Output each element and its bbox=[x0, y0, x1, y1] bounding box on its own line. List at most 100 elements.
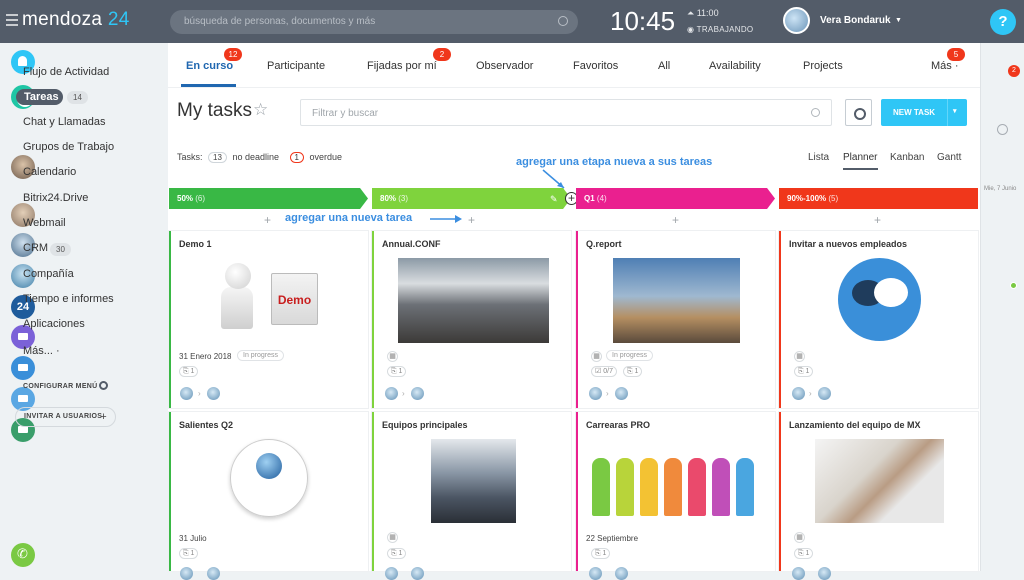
user-name[interactable]: Vera Bondaruk bbox=[820, 15, 891, 26]
filter-input[interactable]: Filtrar y buscar bbox=[300, 99, 832, 126]
sidebar-item-more[interactable]: Más... · bbox=[23, 345, 60, 357]
avatar[interactable] bbox=[615, 567, 628, 580]
stage-header[interactable]: Q1 (4) bbox=[576, 188, 775, 209]
stage-header[interactable]: 50% (6) bbox=[169, 188, 368, 209]
avatar[interactable] bbox=[385, 567, 398, 580]
sidebar-item-webmail[interactable]: Webmail bbox=[23, 217, 66, 229]
tab-favoritos[interactable]: Favoritos bbox=[573, 60, 618, 72]
logo[interactable]: mendoza 24 bbox=[22, 9, 130, 31]
work-status[interactable]: ◉ TRABAJANDO bbox=[687, 25, 753, 34]
overdue-label[interactable]: overdue bbox=[309, 152, 342, 162]
new-task-button[interactable]: NEW TASK ▾ bbox=[881, 99, 967, 126]
add-task-button[interactable]: + bbox=[672, 213, 679, 227]
avatar[interactable] bbox=[818, 567, 831, 580]
task-card[interactable]: Q.report ▦ In progress ☑ 0/7 ⎘ 1 › bbox=[576, 231, 775, 408]
help-button[interactable]: ? bbox=[990, 9, 1016, 35]
sidebar-item-tasks[interactable]: Tareas bbox=[24, 91, 59, 103]
tab-more[interactable]: Más · bbox=[931, 60, 959, 72]
calendar-icon[interactable]: ▦ bbox=[794, 351, 805, 362]
task-card[interactable]: Demo 1 Demo 31 Enero 2018 In progress ⎘ … bbox=[169, 231, 368, 408]
no-deadline-label[interactable]: no deadline bbox=[232, 152, 279, 162]
avatar[interactable] bbox=[783, 7, 810, 34]
sidebar-item-apps[interactable]: Aplicaciones bbox=[23, 318, 85, 330]
tab-fijadas[interactable]: Fijadas por mí bbox=[367, 60, 437, 72]
tab-participante[interactable]: Participante bbox=[267, 60, 325, 72]
avatar[interactable] bbox=[818, 387, 831, 400]
no-deadline-count[interactable]: 13 bbox=[208, 152, 227, 163]
page-title: My tasks bbox=[177, 100, 252, 121]
avatar[interactable] bbox=[792, 567, 805, 580]
menu-icon[interactable] bbox=[6, 14, 18, 26]
add-task-button[interactable]: + bbox=[264, 213, 271, 227]
task-title[interactable]: Q.report bbox=[586, 239, 622, 249]
avatar[interactable] bbox=[385, 387, 398, 400]
task-title[interactable]: Annual.CONF bbox=[382, 239, 441, 249]
stage-count: (4) bbox=[596, 194, 607, 203]
chevron-right-icon: › bbox=[606, 389, 609, 398]
globe-icon bbox=[256, 453, 282, 479]
sidebar-item-calendar[interactable]: Calendario bbox=[23, 166, 76, 178]
task-card[interactable]: Annual.CONF ▦ ⎘ 1 › bbox=[372, 231, 571, 408]
view-gantt[interactable]: Gantt bbox=[937, 152, 961, 163]
avatar[interactable] bbox=[792, 387, 805, 400]
sidebar-item-drive[interactable]: Bitrix24.Drive bbox=[23, 192, 88, 204]
settings-button[interactable] bbox=[845, 99, 872, 126]
sidebar-item-crm[interactable]: CRM bbox=[23, 242, 48, 254]
sidebar-item-company[interactable]: Compañía bbox=[23, 268, 74, 280]
sidebar-item-chat[interactable]: Chat y Llamadas bbox=[23, 116, 106, 128]
add-task-button[interactable]: + bbox=[468, 213, 475, 227]
tab-en-curso[interactable]: En curso bbox=[186, 60, 233, 72]
avatar[interactable] bbox=[411, 567, 424, 580]
avatar[interactable] bbox=[180, 387, 193, 400]
invite-users-button[interactable]: INVITAR A USUARIOS + bbox=[15, 407, 116, 427]
chevron-down-icon[interactable]: ▾ bbox=[953, 107, 957, 115]
configure-menu[interactable]: CONFIGURAR MENÚ bbox=[23, 383, 98, 390]
star-icon[interactable]: ☆ bbox=[253, 100, 268, 120]
search-icon[interactable] bbox=[997, 124, 1008, 135]
overdue-count[interactable]: 1 bbox=[289, 152, 304, 163]
avatar[interactable] bbox=[589, 567, 602, 580]
view-planner[interactable]: Planner bbox=[843, 152, 877, 163]
avatar[interactable] bbox=[615, 387, 628, 400]
tab-observador[interactable]: Observador bbox=[476, 60, 533, 72]
view-kanban[interactable]: Kanban bbox=[890, 152, 924, 163]
search-input[interactable]: búsqueda de personas, documentos y más bbox=[170, 10, 578, 34]
avatar[interactable] bbox=[180, 567, 193, 580]
task-card[interactable]: Invitar a nuevos empleados ▦ ⎘ 1 › bbox=[779, 231, 978, 408]
task-image bbox=[398, 258, 549, 343]
tab-projects[interactable]: Projects bbox=[803, 60, 843, 72]
avatar[interactable] bbox=[411, 387, 424, 400]
task-card[interactable]: Lanzamiento del equipo de MX ▦ ⎘ 1 bbox=[779, 412, 978, 580]
task-card[interactable]: Carrearas PRO 22 Septiembre ⎘ 1 bbox=[576, 412, 775, 580]
task-card[interactable]: Equipos principales ▦ ⎘ 1 bbox=[372, 412, 571, 580]
task-title[interactable]: Invitar a nuevos empleados bbox=[789, 239, 907, 249]
chevron-down-icon[interactable]: ▼ bbox=[895, 17, 902, 24]
pencil-icon[interactable]: ✎ bbox=[550, 194, 558, 205]
tasks-count-badge: 14 bbox=[67, 91, 88, 104]
stage-header[interactable]: 80% (3) bbox=[372, 188, 571, 209]
calendar-icon[interactable]: ▦ bbox=[794, 532, 805, 543]
stage-header[interactable]: 90%-100% (5) bbox=[779, 188, 978, 209]
tab-all[interactable]: All bbox=[658, 60, 670, 72]
task-title[interactable]: Equipos principales bbox=[382, 420, 468, 430]
sidebar-item-activity[interactable]: Flujo de Actividad bbox=[23, 66, 109, 78]
calendar-icon[interactable]: ▦ bbox=[387, 532, 398, 543]
tab-availability[interactable]: Availability bbox=[709, 60, 761, 72]
calendar-icon[interactable]: ▦ bbox=[591, 351, 602, 362]
task-card[interactable]: Salientes Q2 31 Julio ⎘ 1 bbox=[169, 412, 368, 580]
add-task-button[interactable]: + bbox=[874, 213, 881, 227]
gear-icon[interactable] bbox=[99, 381, 108, 390]
view-list[interactable]: Lista bbox=[808, 152, 829, 163]
task-title[interactable]: Demo 1 bbox=[179, 239, 212, 249]
stage-name: 50% bbox=[177, 194, 194, 203]
calendar-icon[interactable]: ▦ bbox=[387, 351, 398, 362]
sidebar-item-groups[interactable]: Grupos de Trabajo bbox=[23, 141, 114, 153]
task-title[interactable]: Salientes Q2 bbox=[179, 420, 233, 430]
avatar[interactable] bbox=[589, 387, 602, 400]
sidebar-item-time[interactable]: Tiempo e informes bbox=[23, 293, 114, 305]
avatar[interactable] bbox=[207, 387, 220, 400]
task-title[interactable]: Lanzamiento del equipo de MX bbox=[789, 420, 921, 430]
avatar[interactable] bbox=[207, 567, 220, 580]
task-title[interactable]: Carrearas PRO bbox=[586, 420, 650, 430]
chevron-right-icon: › bbox=[809, 389, 812, 398]
